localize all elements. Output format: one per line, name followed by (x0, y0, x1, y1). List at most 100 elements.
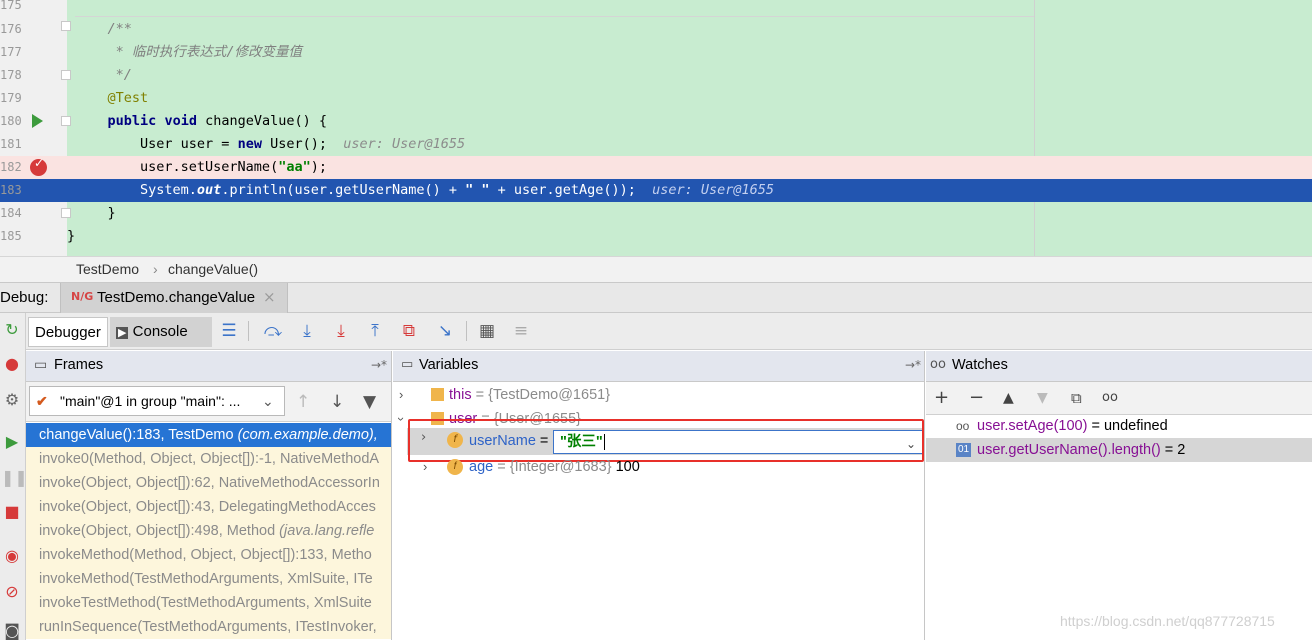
list-item[interactable]: invoke(Object, Object[]):62, NativeMetho… (26, 471, 391, 495)
filter-icon[interactable]: ▼ (363, 392, 376, 412)
frame-list: changeValue():183, TestDemo (com.example… (26, 423, 391, 639)
code-line-176[interactable]: 176 /** (0, 18, 1312, 41)
line-number: 183 (0, 183, 22, 197)
pause-program-icon[interactable]: ❚❚ (1, 467, 28, 489)
run-to-cursor-icon[interactable]: ↘ (434, 320, 456, 342)
line-number: 177 (0, 45, 22, 59)
debugger-toolbar: Debugger ▶ Console →* ☰ ⤼ ⤓ ⤓ ⤒ ⧉ ↘ ▦ ≡ (26, 313, 1312, 370)
settings-icon[interactable]: ⚙ (1, 389, 23, 411)
watch-label: user.setAge(100) = undefined (977, 418, 1168, 434)
evaluate-expression-icon[interactable]: ▦ (476, 320, 498, 342)
watermark: https://blog.csdn.net/qq877728715 (1060, 613, 1275, 629)
code-line-178[interactable]: 178 */ (0, 64, 1312, 87)
drop-frame-icon[interactable]: ⧉ (398, 320, 420, 342)
line-number: 181 (0, 137, 22, 151)
line-number: 179 (0, 91, 22, 105)
camera-icon[interactable]: ◙ (1, 620, 23, 640)
tab-debug-session[interactable]: N/G TestDemo.changeValue × (60, 283, 288, 313)
code-line-182[interactable]: 182 user.setUserName("aa"); (0, 156, 1312, 179)
glasses-icon[interactable]: oo (1102, 387, 1118, 409)
code-line-184[interactable]: 184 } (0, 202, 1312, 225)
trace-current-stream-icon[interactable]: ≡ (510, 320, 532, 342)
breadcrumb: TestDemo › changeValue() (0, 256, 1312, 282)
arrow-up-icon[interactable]: ↑ (296, 392, 310, 412)
console-tab-label: Console (132, 323, 188, 340)
glasses-icon: oo (930, 357, 946, 372)
chevron-down-icon: ⌄ (262, 393, 274, 409)
watches-header: oo Watches (926, 351, 1312, 382)
remove-icon[interactable]: − (969, 387, 984, 409)
move-down-icon[interactable]: ▼ (1037, 387, 1048, 409)
step-into-icon[interactable]: ⤓ (296, 320, 318, 342)
list-item[interactable]: invoke(Object, Object[]):498, Method (ja… (26, 519, 391, 543)
close-icon[interactable]: × (263, 288, 276, 306)
breakpoint-icon[interactable] (30, 156, 47, 176)
show-execution-point-icon[interactable]: ☰ (218, 320, 240, 342)
code-text: */ (75, 67, 132, 83)
thread-select-value: "main"@1 in group "main": ... (60, 393, 241, 409)
fold-marker-icon[interactable] (61, 116, 71, 126)
mute-breakpoints-icon[interactable]: ⊘ (1, 581, 23, 603)
arrow-down-icon[interactable]: ↓ (330, 392, 344, 412)
expand-arrow-icon[interactable]: › (399, 383, 403, 407)
step-out-icon[interactable]: ⤒ (364, 320, 386, 342)
list-item[interactable]: invoke(Object, Object[]):43, DelegatingM… (26, 495, 391, 519)
copy-icon[interactable]: ⧉ (1071, 387, 1082, 409)
code-line-185[interactable]: 185 } (0, 225, 1312, 248)
code-line-181[interactable]: 181 User user = new User(); user: User@1… (0, 133, 1312, 156)
variable-label: age = {Integer@1683} 100 (469, 459, 640, 475)
pin-icon[interactable]: →* (371, 358, 387, 372)
code-text: } (67, 228, 76, 244)
variables-header: ▭ Variables →* (393, 351, 924, 382)
variable-row-this[interactable]: › this = {TestDemo@1651} (399, 383, 919, 407)
force-step-into-icon[interactable]: ⤓ (330, 320, 352, 342)
list-item[interactable]: invokeTestMethod(TestMethodArguments, Xm… (26, 591, 391, 615)
primitive-icon: 01 (956, 443, 972, 457)
check-icon: ✔ (36, 393, 48, 409)
rerun-failed-icon[interactable]: ● (1, 353, 23, 375)
code-text: User user = new User(); user: User@1655 (75, 136, 466, 152)
list-item[interactable]: runInSequence(TestMethodArguments, ITest… (26, 615, 391, 639)
tab-console[interactable]: ▶ Console →* (110, 317, 212, 370)
fold-marker-icon[interactable] (61, 208, 71, 218)
line-number: 176 (0, 22, 22, 36)
run-test-icon[interactable] (32, 114, 43, 128)
list-item[interactable]: invokeMethod(TestMethodArguments, XmlSui… (26, 567, 391, 591)
line-number: 184 (0, 206, 22, 220)
code-line-175[interactable]: 175 (0, 0, 1312, 17)
list-item[interactable]: invokeMethod(Method, Object, Object[]):1… (26, 543, 391, 567)
step-over-icon[interactable]: ⤼ (262, 320, 284, 342)
code-line-180[interactable]: 180 public void changeValue() { (0, 110, 1312, 133)
resume-program-icon[interactable]: ▶ (1, 431, 23, 453)
list-item[interactable]: invoke0(Method, Object, Object[]):-1, Na… (26, 447, 391, 471)
list-item[interactable]: changeValue():183, TestDemo (com.example… (26, 423, 391, 447)
thread-selector-row: ✔ "main"@1 in group "main": ... ⌄ ↑ ↓ ▼ (26, 382, 391, 422)
tab-debugger[interactable]: Debugger (28, 317, 108, 347)
watches-toolbar: + − ▲ ▼ ⧉ oo (926, 382, 1312, 415)
expand-arrow-icon[interactable]: › (423, 455, 427, 479)
stop-icon[interactable]: ■ (1, 501, 23, 523)
rerun-icon[interactable]: ↻ (1, 319, 23, 341)
code-line-179[interactable]: 179 @Test (0, 87, 1312, 110)
inline-debug-value: user: User@1655 (343, 136, 466, 152)
line-number: 175 (0, 0, 22, 12)
inline-debug-value: user: User@1655 (652, 182, 775, 198)
console-icon: ▶ (116, 327, 129, 339)
code-line-177[interactable]: 177 * 临时执行表达式/修改变量值 (0, 41, 1312, 64)
line-number: 180 (0, 114, 22, 128)
thread-select[interactable]: ✔ "main"@1 in group "main": ... ⌄ (29, 386, 285, 416)
code-line-183-current[interactable]: 183 System.out.println(user.getUserName(… (0, 179, 1312, 202)
move-up-icon[interactable]: ▲ (1003, 387, 1014, 409)
breadcrumb-class[interactable]: TestDemo (76, 261, 139, 277)
variable-row-age[interactable]: › f age = {Integer@1683} 100 (423, 455, 923, 479)
field-icon: f (447, 459, 463, 475)
view-breakpoints-icon[interactable]: ◉ (1, 545, 23, 567)
watches-title: Watches (952, 357, 1008, 373)
pin-icon[interactable]: →* (905, 358, 921, 372)
testng-icon: N/G (71, 290, 94, 303)
code-editor[interactable]: 175 176 /** 177 * 临时执行表达式/修改变量值 178 */ 1… (0, 0, 1312, 256)
watch-row[interactable]: 01 user.getUserName().length() = 2 (926, 438, 1312, 462)
breadcrumb-method[interactable]: changeValue() (168, 261, 258, 277)
add-icon[interactable]: + (934, 387, 949, 409)
watch-row[interactable]: oo user.setAge(100) = undefined (926, 414, 1312, 438)
